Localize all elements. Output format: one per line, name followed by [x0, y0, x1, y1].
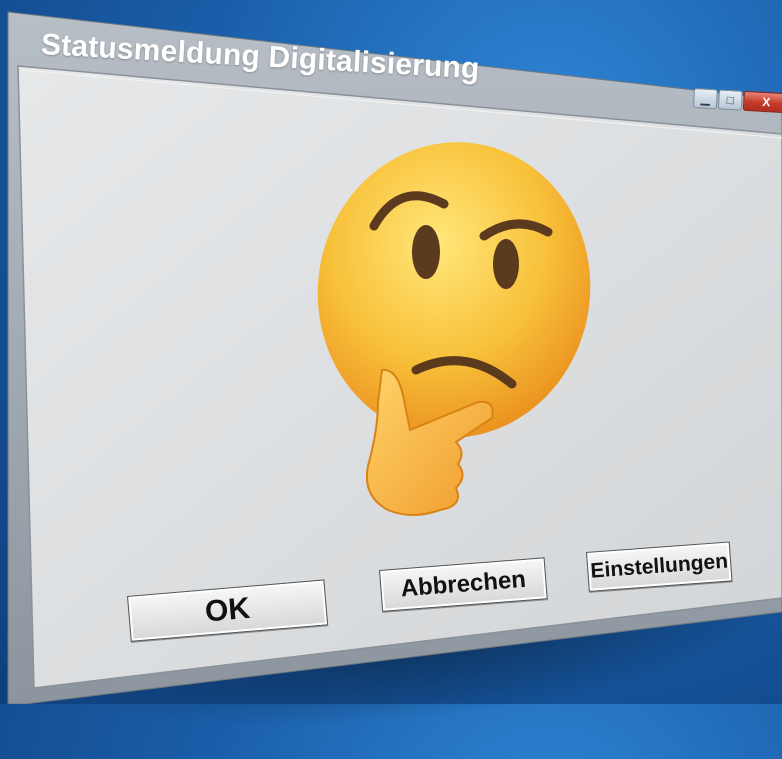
- maximize-icon[interactable]: □: [717, 89, 743, 111]
- ok-button-label: OK: [203, 591, 252, 629]
- cancel-button-label: Abbrechen: [399, 565, 527, 603]
- dialog-window: Statusmeldung Digitalisierung ▁ □ X OK A…: [0, 0, 782, 704]
- settings-button-label: Einstellungen: [589, 549, 729, 583]
- close-icon: X: [761, 94, 771, 110]
- window-controls: ▁ □ X: [692, 88, 782, 119]
- close-button[interactable]: X: [742, 90, 782, 114]
- minimize-icon[interactable]: ▁: [692, 88, 718, 110]
- thinking-hand-icon: [366, 368, 494, 516]
